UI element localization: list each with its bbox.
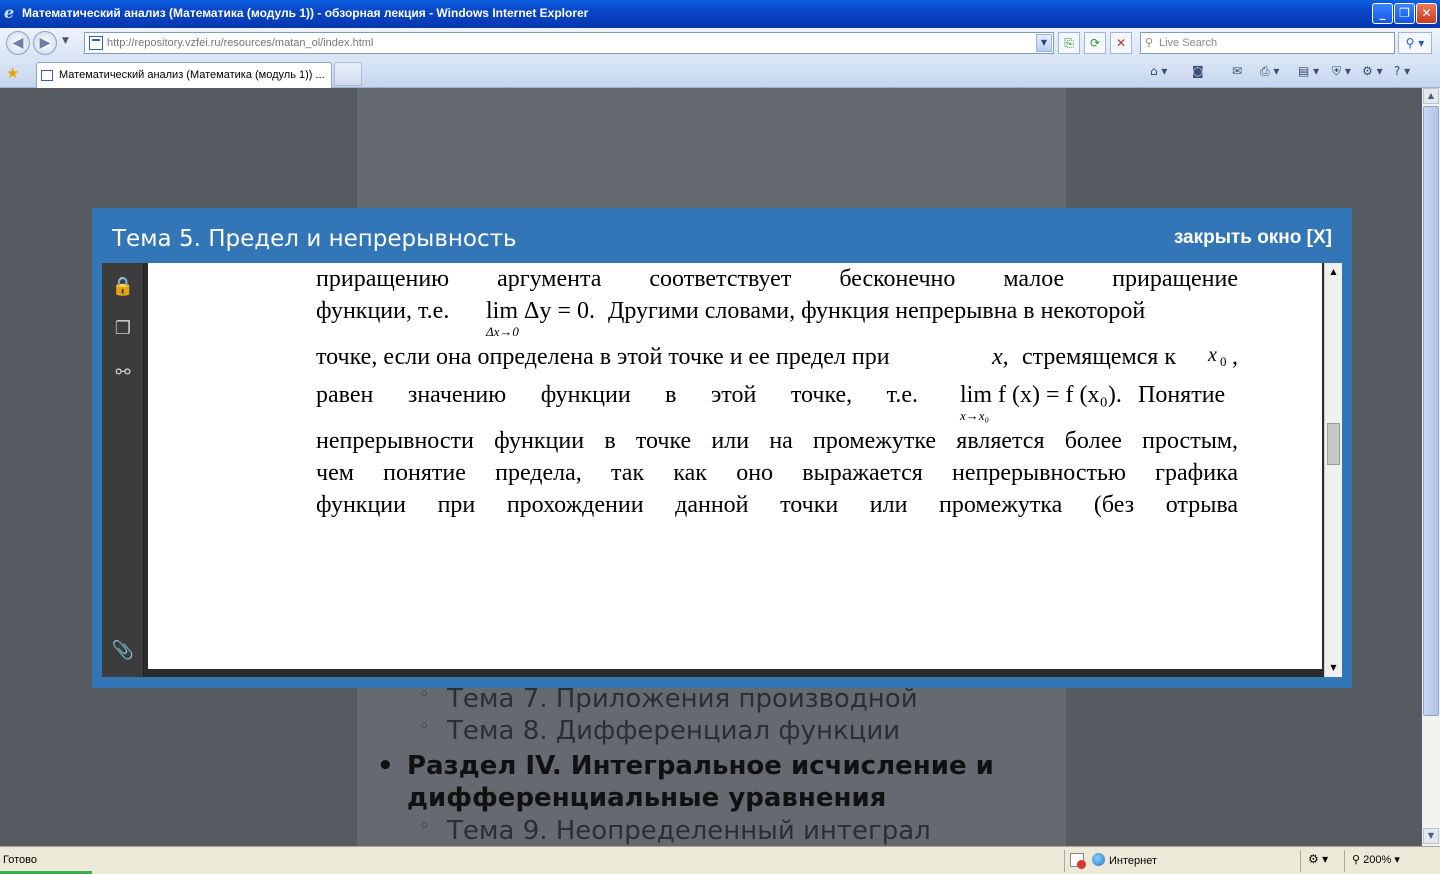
- lock-icon[interactable]: 🔒: [111, 275, 135, 299]
- status-bar: Готово Интернет ⚙ ▾ ⚲ 200% ▾: [0, 846, 1440, 874]
- page-icon: [89, 36, 103, 50]
- forward-icon[interactable]: ▶: [33, 31, 57, 55]
- print-icon[interactable]: ⎙ ▾: [1260, 64, 1279, 82]
- minimize-button[interactable]: _: [1372, 3, 1393, 24]
- window-title: Математический анализ (Математика (модул…: [22, 6, 589, 20]
- address-toolbar: ◀ ▶ ▼ http://repository.vzfei.ru/resourc…: [0, 28, 1440, 58]
- search-go-button[interactable]: ⚲ ▾: [1398, 32, 1432, 54]
- doc-line-3: точке, если она определена в этой точке …: [316, 344, 1238, 370]
- lecture-modal: Тема 5. Предел и непрерывность закрыть о…: [92, 208, 1352, 688]
- doc-line-7: функции при прохождении данной точки или…: [316, 492, 1238, 518]
- math-limit-continuity: lim f (x) = f (x₀). x→x₀: [960, 382, 1122, 423]
- toc-item[interactable]: ◦ Тема 9. Неопределенный интеграл: [419, 816, 931, 846]
- tools-icon[interactable]: ⚙ ▾: [1362, 64, 1383, 82]
- modal-title: Тема 5. Предел и непрерывность: [112, 226, 517, 252]
- home-icon[interactable]: ⌂ ▾: [1150, 64, 1167, 82]
- paperclip-icon[interactable]: 📎: [111, 639, 135, 663]
- doc-line-5: непрерывности функции в точке или на про…: [316, 428, 1238, 454]
- favorites-star-icon[interactable]: ★: [6, 64, 19, 82]
- scroll-down-arrow[interactable]: ▼: [1423, 828, 1439, 844]
- pdf-page: приращению аргумента соответствует беско…: [148, 263, 1322, 669]
- tab-label: Математический анализ (Математика (модул…: [59, 69, 325, 81]
- protected-mode-icon[interactable]: ⚙ ▾: [1308, 852, 1328, 866]
- doc-line-6: чем понятие предела, так как оно выражае…: [316, 460, 1238, 486]
- address-bar[interactable]: http://repository.vzfei.ru/resources/mat…: [84, 32, 1054, 54]
- back-icon[interactable]: ◀: [6, 31, 30, 55]
- popup-blocked-icon[interactable]: [1070, 853, 1086, 869]
- scroll-up-arrow[interactable]: ▲: [1423, 88, 1439, 104]
- refresh-icon[interactable]: ⟳: [1084, 32, 1106, 54]
- pdf-viewer: 🔒 ❐ ⚯ 📎 приращению аргумента соответству…: [102, 263, 1342, 677]
- pages-icon[interactable]: ❐: [111, 317, 135, 341]
- scroll-thumb[interactable]: [1423, 106, 1439, 716]
- status-text: Готово: [3, 854, 37, 866]
- math-limit-delta-y: lim Δy = 0. Δx→0: [486, 298, 595, 339]
- safety-icon[interactable]: ⛨ ▾: [1332, 64, 1351, 82]
- close-modal-button[interactable]: закрыть окно [X]: [1174, 227, 1332, 249]
- browser-scrollbar[interactable]: ▲ ▼: [1422, 88, 1440, 846]
- address-url[interactable]: http://repository.vzfei.ru/resources/mat…: [107, 37, 373, 49]
- ie-logo-icon: e: [4, 3, 15, 22]
- pdf-scroll-down[interactable]: ▼: [1327, 661, 1340, 674]
- address-dropdown[interactable]: ▼: [1036, 34, 1052, 52]
- search-icon: ⚲: [1145, 36, 1154, 49]
- doc-line-1: приращению аргумента соответствует беско…: [316, 266, 1238, 292]
- compat-icon[interactable]: ⎘: [1058, 32, 1080, 54]
- window-titlebar: e Математический анализ (Математика (мод…: [0, 0, 1440, 28]
- security-zone[interactable]: Интернет: [1092, 853, 1157, 867]
- doc-line-2: функции, т.е. lim Δy = 0. Δx→0 Другими с…: [316, 298, 1146, 339]
- pdf-scrollbar[interactable]: ▲ ▼: [1324, 263, 1342, 677]
- zoom-icon: ⚲: [1352, 854, 1364, 866]
- recent-pages-dropdown[interactable]: ▼: [62, 36, 69, 46]
- toc-section[interactable]: • Раздел IV. Интегральное исчисление и ди…: [377, 750, 1027, 814]
- toc-item[interactable]: ◦ Тема 7. Приложения производной: [419, 684, 918, 714]
- pdf-sidebar: 🔒 ❐ ⚯ 📎: [102, 263, 144, 677]
- doc-line-4: равен значению функции в этой точке, т.е…: [316, 382, 1226, 423]
- tab-page-icon: [41, 70, 53, 81]
- help-icon[interactable]: ? ▾: [1394, 64, 1410, 82]
- page-menu-icon[interactable]: ▤ ▾: [1298, 64, 1319, 82]
- toc-item[interactable]: ◦ Тема 8. Дифференциал функции: [419, 716, 900, 746]
- feeds-icon[interactable]: ◙: [1192, 64, 1204, 82]
- pdf-scroll-up[interactable]: ▲: [1327, 265, 1340, 278]
- search-input[interactable]: ⚲ Live Search: [1140, 32, 1395, 54]
- stop-icon[interactable]: ✕: [1110, 32, 1132, 54]
- maximize-button[interactable]: ❐: [1394, 3, 1415, 24]
- tab-bar: ★ Математический анализ (Математика (мод…: [0, 58, 1440, 88]
- new-tab-button[interactable]: [334, 62, 362, 86]
- mail-icon[interactable]: ✉: [1232, 64, 1242, 82]
- close-window-button[interactable]: ✕: [1416, 3, 1437, 24]
- globe-icon: [1092, 853, 1105, 866]
- pdf-scroll-thumb[interactable]: [1327, 423, 1340, 465]
- zoom-level[interactable]: ⚲ 200% ▾: [1352, 853, 1400, 866]
- binoculars-icon[interactable]: ⚯: [111, 361, 135, 385]
- toc-list: ◦ Тема 7. Приложения производной ◦ Тема 8.…: [357, 684, 1066, 846]
- tab-current[interactable]: Математический анализ (Математика (модул…: [36, 62, 332, 88]
